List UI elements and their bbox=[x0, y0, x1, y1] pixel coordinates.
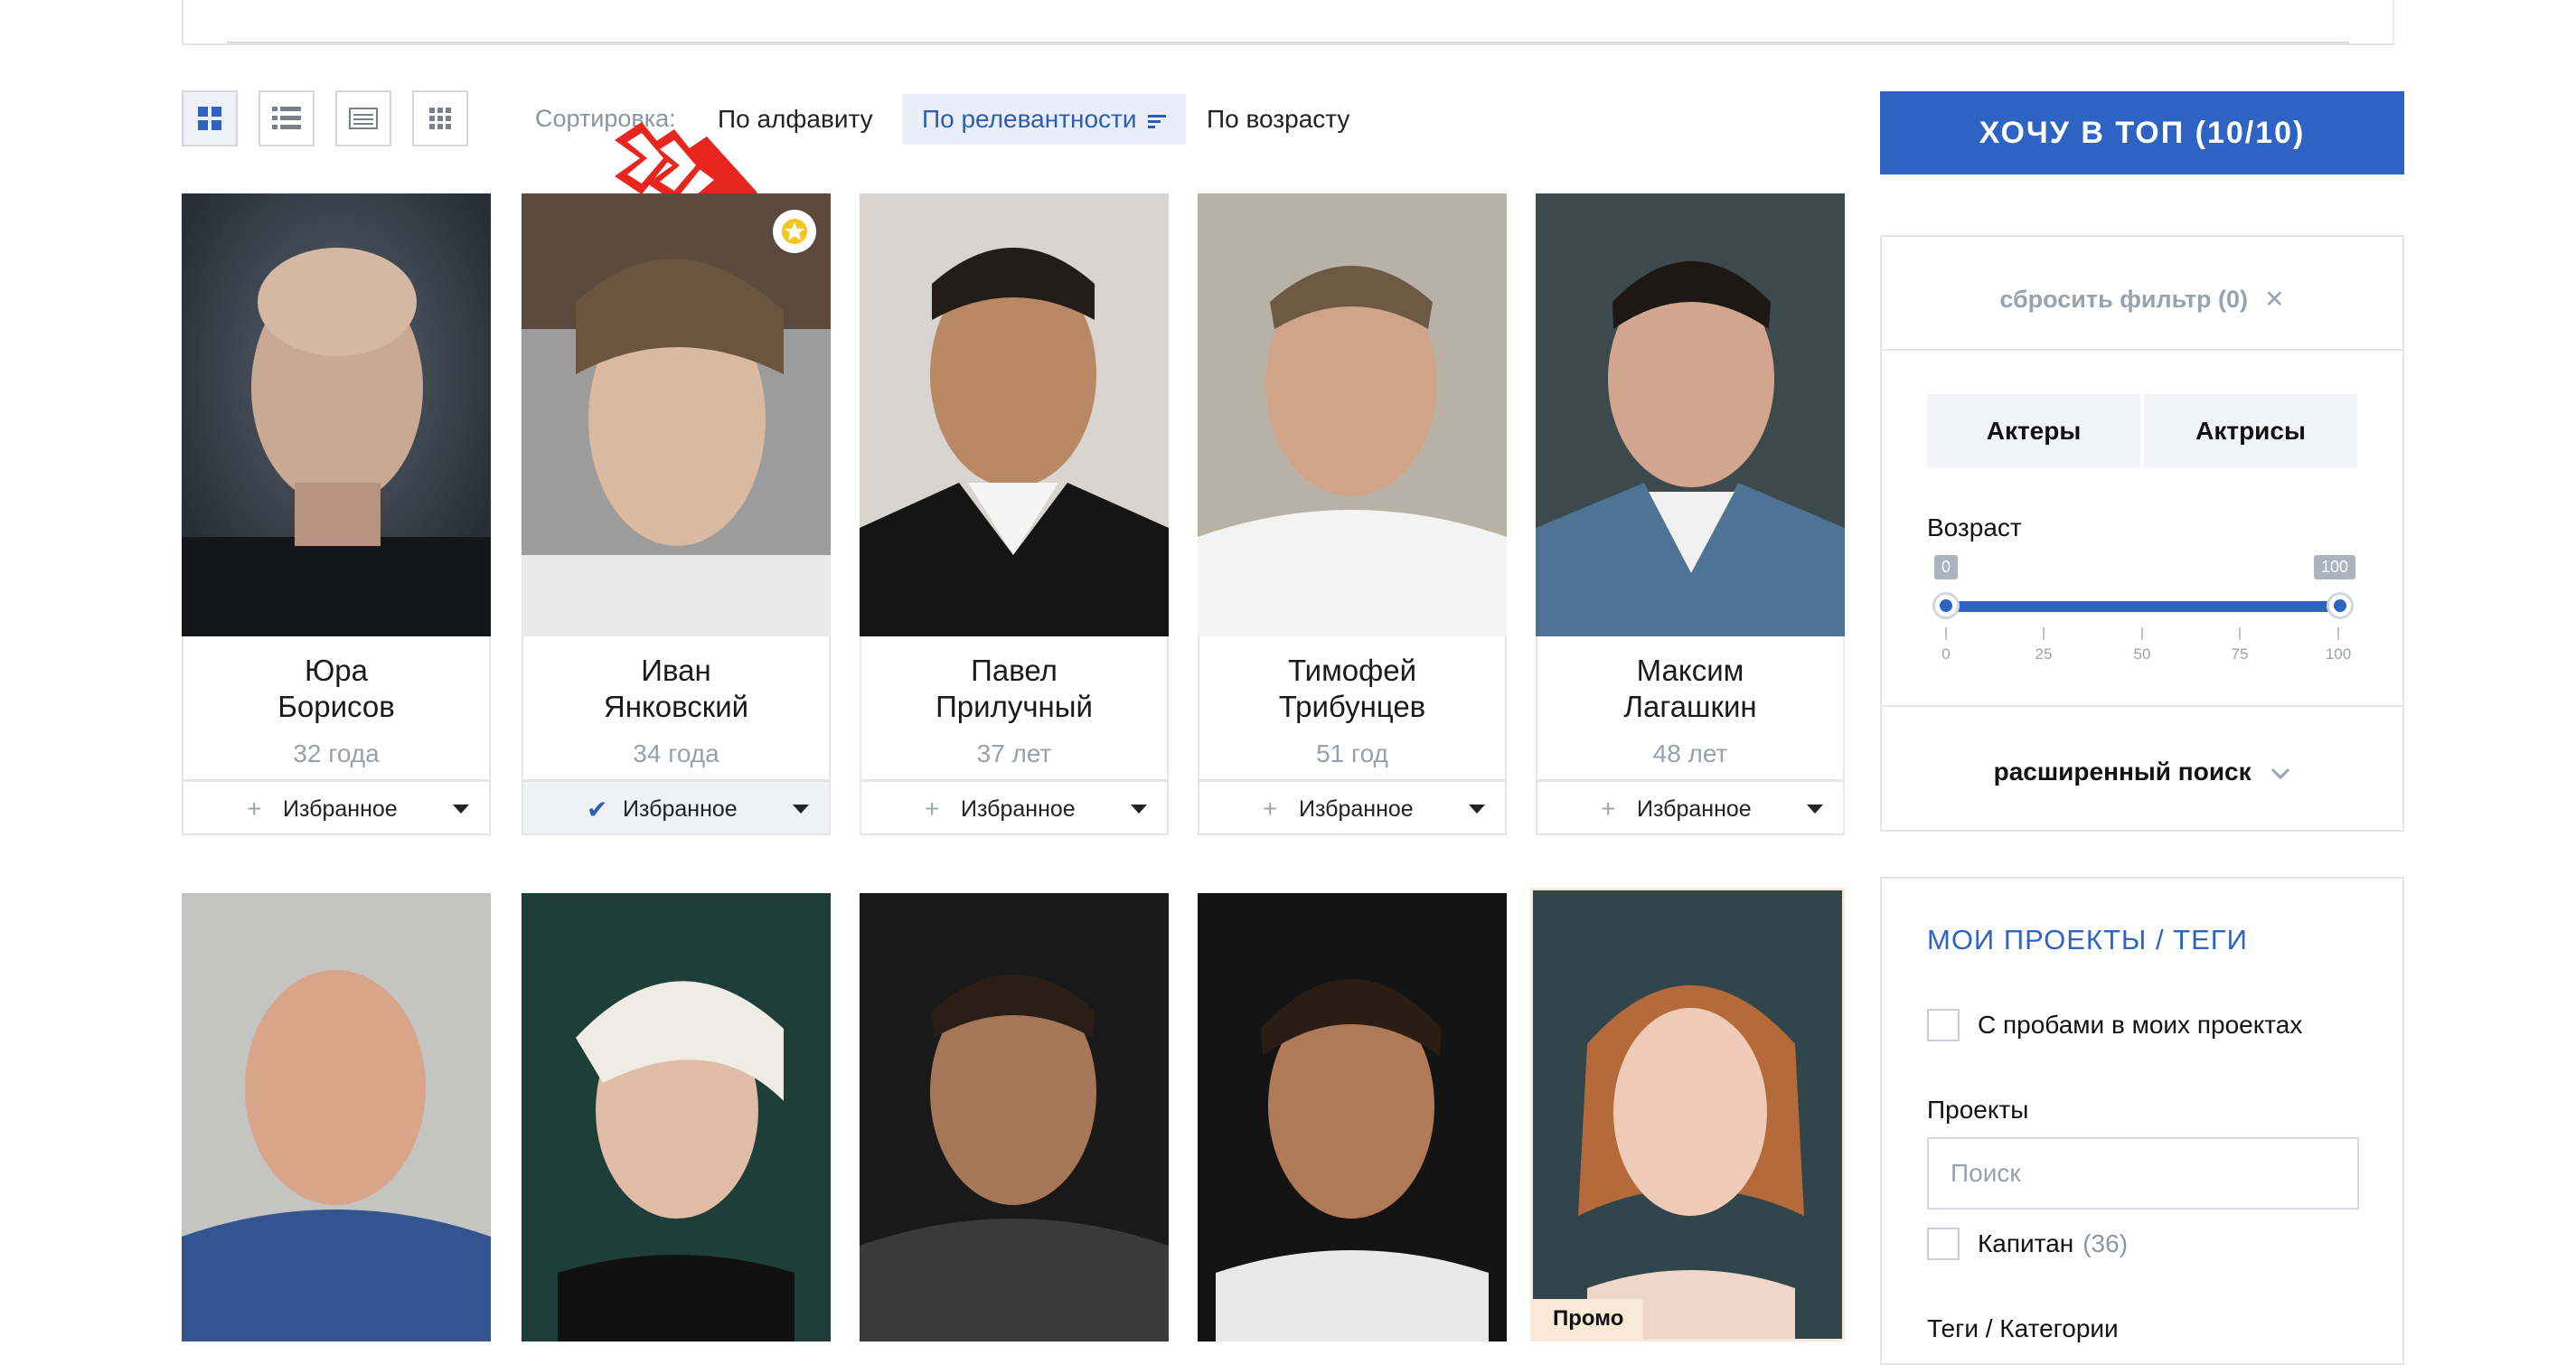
age-tick-label: 75 bbox=[2231, 645, 2249, 663]
grid-small-icon bbox=[429, 108, 451, 129]
favorite-dropdown[interactable]: + Избранное bbox=[1536, 781, 1845, 835]
grid-large-icon bbox=[198, 107, 221, 130]
top-star-badge bbox=[773, 210, 816, 253]
project-checkbox[interactable] bbox=[1927, 1228, 1960, 1260]
view-grid-small-button[interactable] bbox=[412, 90, 468, 146]
chevron-down-icon bbox=[2271, 767, 2290, 779]
tags-label: Теги / Категории bbox=[1927, 1314, 2119, 1342]
card-info: Юра Борисов 32 года bbox=[182, 636, 491, 781]
actor-name[interactable]: Максим Лагашкин bbox=[1537, 653, 1843, 725]
caret-down-icon bbox=[793, 805, 809, 814]
age-min-handle[interactable] bbox=[1932, 592, 1960, 619]
actor-photo[interactable] bbox=[860, 193, 1169, 636]
project-name: Капитан bbox=[1978, 1229, 2074, 1257]
plus-icon: + bbox=[1263, 795, 1278, 823]
actor-age: 32 года bbox=[293, 739, 380, 767]
reset-filter-button[interactable]: сбросить фильтр (0) ✕ bbox=[1882, 286, 2402, 314]
actor-photo[interactable] bbox=[1198, 893, 1507, 1341]
actor-photo[interactable] bbox=[1198, 193, 1507, 636]
favorite-dropdown[interactable]: + Избранное bbox=[182, 781, 491, 835]
favorite-label: Избранное bbox=[961, 796, 1076, 822]
actor-age: 34 года bbox=[633, 739, 719, 767]
advanced-search-toggle[interactable]: расширенный поиск bbox=[1882, 758, 2402, 786]
view-list-button[interactable] bbox=[259, 90, 315, 146]
caret-down-icon bbox=[453, 805, 469, 814]
age-tick bbox=[1945, 627, 1947, 640]
star-icon bbox=[782, 219, 807, 244]
reset-filter-label: сбросить фильтр (0) bbox=[1999, 286, 2249, 313]
age-tick-label: 0 bbox=[1941, 645, 1951, 663]
actor-age: 37 лет bbox=[976, 739, 1052, 767]
sort-desc-icon bbox=[1147, 114, 1166, 128]
plus-icon: + bbox=[1601, 795, 1616, 823]
actor-photo[interactable] bbox=[1533, 890, 1845, 1341]
trials-checkbox[interactable] bbox=[1927, 1009, 1960, 1041]
top-filter-strip bbox=[182, 0, 2394, 45]
actor-photo[interactable] bbox=[1536, 193, 1845, 636]
actor-photo[interactable] bbox=[522, 893, 831, 1341]
card-info: Максим Лагашкин 48 лет bbox=[1536, 636, 1845, 781]
age-tick-label: 100 bbox=[2325, 645, 2352, 663]
age-label: Возраст bbox=[1927, 513, 2022, 541]
age-tick-label: 50 bbox=[2133, 645, 2151, 663]
caret-down-icon bbox=[1807, 805, 1823, 814]
view-table-button[interactable] bbox=[335, 90, 391, 146]
project-item: Капитан (36) bbox=[1978, 1229, 2128, 1258]
age-min-value: 0 bbox=[1934, 555, 1959, 579]
favorite-label: Избранное bbox=[283, 796, 398, 822]
actor-name[interactable]: Тимофей Трибунцев bbox=[1199, 653, 1505, 725]
sort-relevance[interactable]: По релевантности bbox=[902, 94, 1186, 145]
favorite-dropdown[interactable]: + Избранное bbox=[1198, 781, 1507, 835]
promo-actor-card[interactable]: Промо bbox=[1530, 888, 1845, 1341]
projects-label: Проекты bbox=[1927, 1096, 2029, 1124]
close-icon: ✕ bbox=[2264, 286, 2285, 313]
sort-age[interactable]: По возрасту bbox=[1207, 94, 1349, 145]
card-info: Павел Прилучный 37 лет bbox=[860, 636, 1169, 781]
filter-actresses-button[interactable]: Актрисы bbox=[2144, 394, 2357, 468]
favorite-label: Избранное bbox=[1637, 796, 1752, 822]
actor-photo[interactable] bbox=[182, 193, 491, 636]
projects-search-input[interactable] bbox=[1927, 1137, 2359, 1210]
card-info: Иван Янковский 34 года bbox=[522, 636, 831, 781]
promo-badge: Промо bbox=[1533, 1299, 1644, 1339]
actor-name[interactable]: Павел Прилучный bbox=[861, 653, 1167, 725]
age-tick bbox=[2141, 627, 2143, 640]
favorite-dropdown[interactable]: ✔ Избранное bbox=[522, 781, 831, 835]
actor-photo[interactable] bbox=[860, 893, 1169, 1341]
actor-age: 48 лет bbox=[1652, 739, 1728, 767]
project-count: (36) bbox=[2082, 1229, 2129, 1257]
age-range-track[interactable] bbox=[1945, 601, 2337, 612]
age-max-handle[interactable] bbox=[2327, 592, 2354, 619]
favorite-label: Избранное bbox=[623, 796, 738, 822]
age-max-value: 100 bbox=[2314, 555, 2356, 579]
age-tick-label: 25 bbox=[2035, 645, 2053, 663]
filter-actors-button[interactable]: Актеры bbox=[1927, 394, 2140, 468]
actor-photo[interactable] bbox=[522, 193, 831, 636]
caret-down-icon bbox=[1131, 805, 1147, 814]
view-grid-large-button[interactable] bbox=[182, 90, 238, 146]
check-icon: ✔ bbox=[587, 795, 608, 824]
actor-name[interactable]: Юра Борисов bbox=[183, 653, 489, 725]
favorite-dropdown[interactable]: + Избранное bbox=[860, 781, 1169, 835]
plus-icon: + bbox=[247, 795, 262, 823]
projects-panel: МОИ ПРОЕКТЫ / ТЕГИ С пробами в моих прое… bbox=[1880, 877, 2404, 1365]
trials-checkbox-label: С пробами в моих проектах bbox=[1978, 1011, 2303, 1039]
plus-icon: + bbox=[925, 795, 940, 823]
actor-photo[interactable] bbox=[182, 893, 491, 1341]
table-icon bbox=[349, 108, 378, 129]
age-tick bbox=[2239, 627, 2241, 640]
actor-name[interactable]: Иван Янковский bbox=[523, 653, 829, 725]
age-tick bbox=[2337, 627, 2339, 640]
age-tick bbox=[2043, 627, 2045, 640]
list-icon bbox=[272, 107, 301, 129]
actor-age: 51 год bbox=[1316, 739, 1388, 767]
projects-title: МОИ ПРОЕКТЫ / ТЕГИ bbox=[1927, 924, 2248, 956]
card-info: Тимофей Трибунцев 51 год bbox=[1198, 636, 1507, 781]
filter-panel: сбросить фильтр (0) ✕ Актеры Актрисы Возр… bbox=[1880, 235, 2404, 832]
caret-down-icon bbox=[1469, 805, 1485, 814]
advanced-search-label: расширенный поиск bbox=[1993, 758, 2252, 786]
top-promotion-button[interactable]: ХОЧУ В ТОП (10/10) bbox=[1880, 91, 2404, 174]
favorite-label: Избранное bbox=[1299, 796, 1414, 822]
sort-relevance-label: По релевантности bbox=[922, 105, 1137, 133]
